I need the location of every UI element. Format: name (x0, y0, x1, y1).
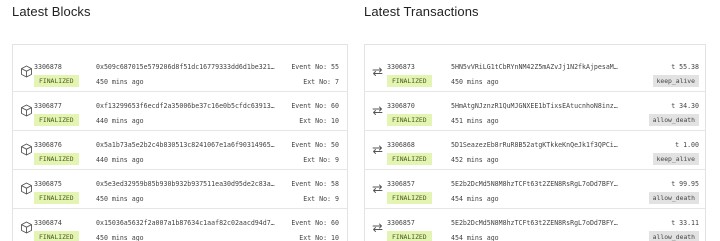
extrinsic-count: Ext No: 9 (303, 195, 339, 203)
block-hash[interactable]: 0x15036a5632f2a007a1b87634c1aaf82c02aacd… (96, 219, 276, 227)
latest-blocks-panel: 3306878 FINALIZED 0x509c687015e579206d8f… (12, 44, 348, 241)
transaction-hash[interactable]: 5HmAtgNJznzR1QuMJGNXEE1bTixsEAtucnhoN8in… (451, 102, 621, 110)
transaction-hash[interactable]: 5D1SeazezEb8rRuR8B52atgKTkkeKnQeJk1f3QPC… (451, 141, 621, 149)
transaction-age: 454 mins ago (451, 195, 499, 203)
block-hash[interactable]: 0xf13299653f6ecdf2a35006be37c16e0b5cfdc6… (96, 102, 276, 110)
transfer-arrows-icon (371, 65, 384, 78)
method-badge: allow_death (648, 192, 699, 204)
status-badge: FINALIZED (34, 231, 79, 241)
transaction-block-number[interactable]: 3306857 (387, 180, 415, 188)
block-age: 440 mins ago (96, 156, 144, 164)
transaction-amount: t 34.30 (671, 102, 699, 110)
extrinsic-count: Ext No: 7 (303, 78, 339, 86)
latest-transactions-panel: 3306873 FINALIZED 5HN5vVRiLG1tCbRYnNM42Z… (364, 44, 706, 241)
transfer-arrows-icon (371, 182, 384, 195)
transaction-age: 450 mins ago (451, 78, 499, 86)
cube-icon (20, 182, 33, 195)
block-hash[interactable]: 0x509c687015e579206d8f51dc16779333dd6d1b… (96, 63, 276, 71)
event-count: Event No: 58 (291, 180, 339, 188)
transfer-arrows-icon (371, 143, 384, 156)
transaction-block-number[interactable]: 3306857 (387, 219, 415, 227)
event-count: Event No: 50 (291, 141, 339, 149)
status-badge: FINALIZED (387, 75, 432, 87)
method-badge: allow_death (648, 231, 699, 241)
block-age: 450 mins ago (96, 234, 144, 241)
block-row[interactable]: 3306878 FINALIZED 0x509c687015e579206d8f… (13, 53, 347, 92)
cube-icon (20, 221, 33, 234)
event-count: Event No: 55 (291, 63, 339, 71)
transaction-amount: t 33.11 (671, 219, 699, 227)
block-number[interactable]: 3306878 (34, 63, 62, 71)
transaction-row[interactable]: 3306857 FINALIZED 5E2b2DcMd5N8M8hzTCFt63… (365, 170, 705, 209)
transaction-age: 451 mins ago (451, 117, 499, 125)
transfer-arrows-icon (371, 104, 384, 117)
block-row[interactable]: 3306877 FINALIZED 0xf13299653f6ecdf2a350… (13, 92, 347, 131)
transaction-row[interactable]: 3306857 FINALIZED 5E2b2DcMd5N8M8hzTCFt63… (365, 209, 705, 241)
transaction-block-number[interactable]: 3306873 (387, 63, 415, 71)
block-number[interactable]: 3306874 (34, 219, 62, 227)
transaction-row[interactable]: 3306870 FINALIZED 5HmAtgNJznzR1QuMJGNXEE… (365, 92, 705, 131)
block-hash[interactable]: 0x5a1b73a5e2b2c4b830513c8241067e1a6f9031… (96, 141, 276, 149)
status-badge: FINALIZED (387, 231, 432, 241)
status-badge: FINALIZED (387, 153, 432, 165)
block-number[interactable]: 3306875 (34, 180, 62, 188)
transaction-amount: t 1.00 (675, 141, 699, 149)
transaction-amount: t 55.38 (671, 63, 699, 71)
status-badge: FINALIZED (34, 192, 79, 204)
transaction-hash[interactable]: 5E2b2DcMd5N8M8hzTCFt63t2ZEN8RsRgL7oDd7BF… (451, 180, 621, 188)
block-row[interactable]: 3306875 FINALIZED 0x5e3ed32959b85b930b93… (13, 170, 347, 209)
method-badge: keep_alive (652, 153, 699, 165)
status-badge: FINALIZED (387, 114, 432, 126)
block-row[interactable]: 3306874 FINALIZED 0x15036a5632f2a007a1b8… (13, 209, 347, 241)
cube-icon (20, 104, 33, 117)
transaction-row[interactable]: 3306868 FINALIZED 5D1SeazezEb8rRuR8B52at… (365, 131, 705, 170)
block-age: 440 mins ago (96, 117, 144, 125)
transaction-hash[interactable]: 5HN5vVRiLG1tCbRYnNM42Z5mAZvJj1N2fkAjpesa… (451, 63, 621, 71)
transaction-hash[interactable]: 5E2b2DcMd5N8M8hzTCFt63t2ZEN8RsRgL7oDd7BF… (451, 219, 621, 227)
block-age: 450 mins ago (96, 78, 144, 86)
transaction-row[interactable]: 3306873 FINALIZED 5HN5vVRiLG1tCbRYnNM42Z… (365, 53, 705, 92)
transaction-age: 454 mins ago (451, 234, 499, 241)
method-badge: allow_death (648, 114, 699, 126)
block-number[interactable]: 3306876 (34, 141, 62, 149)
event-count: Event No: 60 (291, 102, 339, 110)
transaction-block-number[interactable]: 3306870 (387, 102, 415, 110)
cube-icon (20, 65, 33, 78)
transaction-amount: t 99.95 (671, 180, 699, 188)
block-number[interactable]: 3306877 (34, 102, 62, 110)
status-badge: FINALIZED (34, 114, 79, 126)
transfer-arrows-icon (371, 221, 384, 234)
block-hash[interactable]: 0x5e3ed32959b85b930b932b937511ea30d95de2… (96, 180, 276, 188)
latest-blocks-title: Latest Blocks (12, 4, 91, 19)
transaction-age: 452 mins ago (451, 156, 499, 164)
extrinsic-count: Ext No: 10 (299, 234, 339, 241)
transaction-block-number[interactable]: 3306868 (387, 141, 415, 149)
block-age: 450 mins ago (96, 195, 144, 203)
latest-transactions-title: Latest Transactions (364, 4, 479, 19)
extrinsic-count: Ext No: 10 (299, 117, 339, 125)
method-badge: keep_alive (652, 75, 699, 87)
extrinsic-count: Ext No: 9 (303, 156, 339, 164)
status-badge: FINALIZED (34, 75, 79, 87)
cube-icon (20, 143, 33, 156)
event-count: Event No: 60 (291, 219, 339, 227)
status-badge: FINALIZED (34, 153, 79, 165)
status-badge: FINALIZED (387, 192, 432, 204)
block-row[interactable]: 3306876 FINALIZED 0x5a1b73a5e2b2c4b83051… (13, 131, 347, 170)
